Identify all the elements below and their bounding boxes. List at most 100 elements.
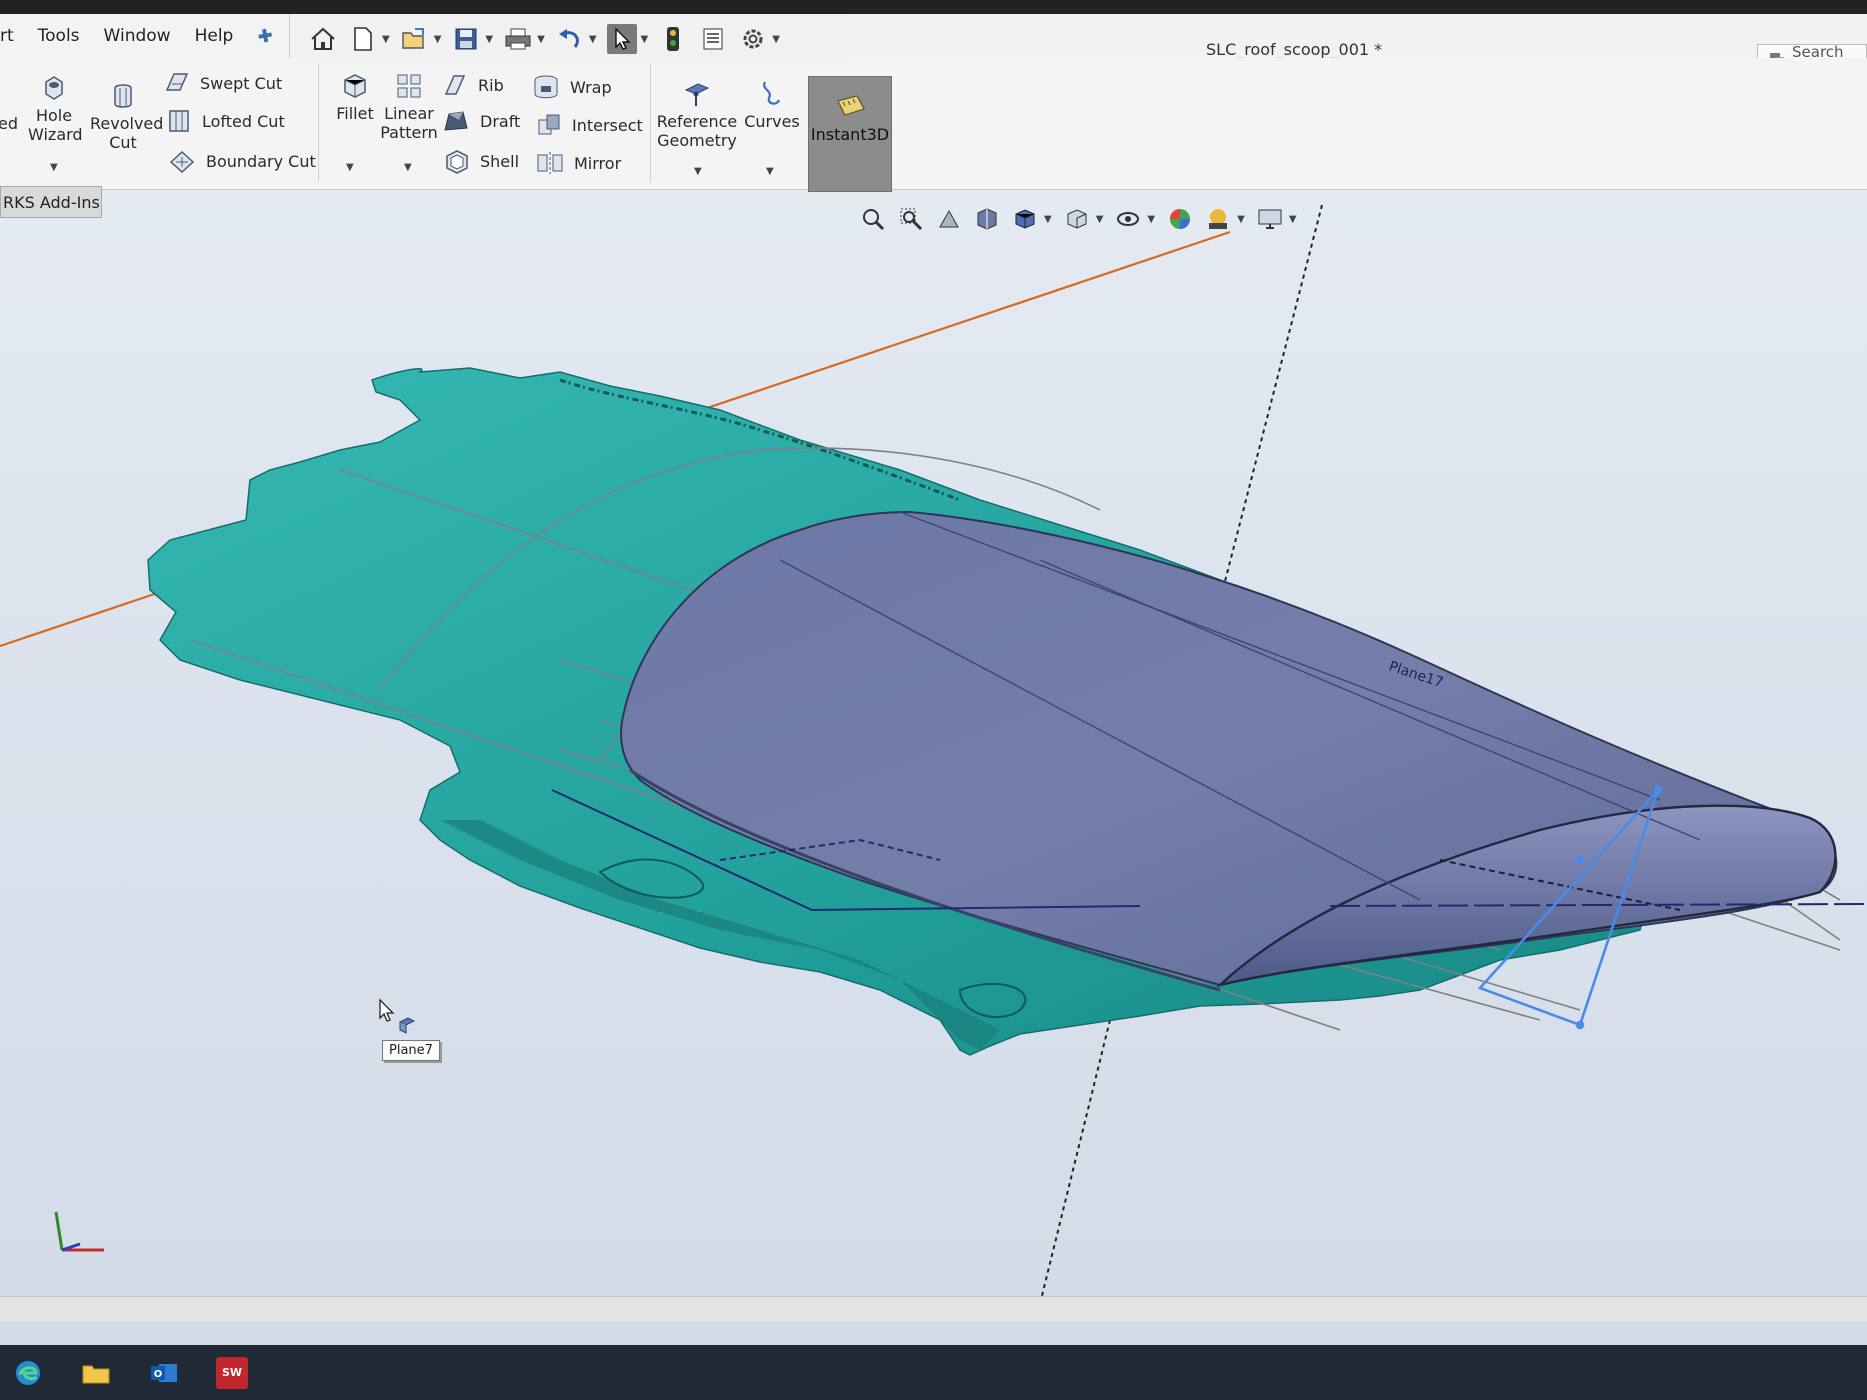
menu-tools[interactable]: Tools: [26, 26, 92, 46]
solidworks-icon[interactable]: SW: [216, 1356, 248, 1389]
fillet-button[interactable]: Fillet: [328, 72, 382, 123]
chevron-down-icon[interactable]: ▼: [766, 166, 774, 177]
horizontal-scrollbar[interactable]: [0, 1296, 1867, 1322]
curves-icon: [763, 81, 781, 105]
menu-window[interactable]: Window: [92, 26, 183, 46]
folder-icon[interactable]: [80, 1357, 112, 1389]
home-icon[interactable]: [308, 24, 338, 54]
revolved-cut-label-1: Revolved: [90, 114, 164, 133]
plane7-tooltip: Plane7: [382, 1040, 440, 1061]
reference-geometry-button[interactable]: Reference Geometry: [656, 80, 738, 150]
apply-scene-icon[interactable]: [1205, 206, 1231, 232]
hide-show-items-icon[interactable]: [1115, 206, 1141, 232]
options-gear-icon[interactable]: [738, 24, 768, 54]
document-title: SLC_roof_scoop_001 *: [1206, 40, 1383, 59]
intersect-button[interactable]: Intersect: [536, 112, 643, 138]
chevron-down-icon[interactable]: ▼: [346, 162, 354, 173]
section-view-icon[interactable]: [974, 206, 1000, 232]
chevron-down-icon[interactable]: ▼: [537, 34, 545, 45]
save-icon[interactable]: [451, 24, 481, 54]
chevron-down-icon[interactable]: ▼: [641, 34, 649, 45]
heads-up-view-toolbar: ▼ ▼ ▼ ▼ ▼: [860, 206, 1297, 232]
shell-label: Shell: [480, 151, 520, 171]
previous-view-icon[interactable]: [936, 206, 962, 232]
linear-pattern-label-2: Pattern: [380, 123, 438, 142]
swept-cut-icon: [165, 73, 189, 91]
hole-wizard-label-2: Wizard: [28, 125, 83, 144]
chevron-down-icon[interactable]: ▼: [434, 34, 442, 45]
revolved-cut-label-2: Cut: [109, 133, 137, 152]
chevron-down-icon[interactable]: ▼: [694, 166, 702, 177]
view-settings-monitor-icon[interactable]: [1257, 206, 1283, 232]
menu-help[interactable]: Help: [183, 26, 246, 46]
chevron-down-icon[interactable]: ▼: [485, 34, 493, 45]
chevron-down-icon[interactable]: ▼: [772, 34, 780, 45]
edge-icon[interactable]: [12, 1357, 44, 1389]
revolved-cut-button[interactable]: Revolved Cut: [90, 82, 163, 152]
file-properties-icon[interactable]: [698, 24, 728, 54]
rib-button[interactable]: Rib: [442, 72, 504, 98]
draft-button[interactable]: Draft: [442, 108, 520, 134]
boundary-cut-icon: [169, 150, 195, 174]
ribbon-separator: [318, 64, 319, 182]
swept-cut-button[interactable]: Swept Cut: [164, 70, 282, 96]
rebuild-traffic-light-icon[interactable]: [658, 24, 688, 54]
pin-icon[interactable]: ✖: [253, 23, 277, 49]
curves-label: Curves: [744, 112, 800, 131]
graphics-viewport[interactable]: Plane17: [0, 190, 1867, 1320]
new-document-icon[interactable]: [348, 24, 378, 54]
chevron-down-icon[interactable]: ▼: [589, 34, 597, 45]
chevron-down-icon[interactable]: ▼: [404, 162, 412, 173]
fillet-icon: [344, 74, 366, 98]
chevron-down-icon[interactable]: ▼: [1147, 214, 1155, 225]
zoom-to-area-icon[interactable]: [898, 206, 924, 232]
reference-geometry-label-2: Geometry: [657, 131, 737, 150]
shell-button[interactable]: Shell: [444, 148, 519, 174]
rib-icon: [444, 75, 466, 95]
reference-geometry-label-1: Reference: [656, 112, 738, 131]
axis-triad-icon: [54, 1211, 104, 1252]
display-style-icon[interactable]: [1064, 206, 1090, 232]
curves-button[interactable]: Curves: [742, 80, 802, 131]
chevron-down-icon[interactable]: ▼: [382, 34, 390, 45]
boundary-cut-button[interactable]: Boundary Cut: [168, 148, 316, 174]
chevron-down-icon[interactable]: ▼: [1289, 214, 1297, 225]
undo-icon[interactable]: [555, 24, 585, 54]
zoom-to-fit-icon[interactable]: [860, 206, 886, 232]
hole-wizard-icon: [45, 76, 63, 100]
draft-icon: [444, 111, 468, 131]
shell-icon: [446, 150, 468, 174]
menu-insert-partial[interactable]: rt: [0, 26, 26, 46]
intersect-icon: [538, 114, 560, 135]
wrap-icon: [534, 75, 558, 99]
print-icon[interactable]: [503, 24, 533, 54]
windows-taskbar: O SW: [0, 1345, 1867, 1400]
instant3d-ruler-icon: [837, 95, 865, 116]
draft-label: Draft: [480, 111, 521, 131]
lofted-cut-icon: [169, 110, 189, 132]
open-folder-icon[interactable]: [400, 24, 430, 54]
view-orientation-icon[interactable]: [1012, 206, 1038, 232]
edit-appearance-icon[interactable]: [1167, 206, 1193, 232]
chevron-down-icon[interactable]: ▼: [1044, 214, 1052, 225]
quick-access-toolbar: ▼ ▼ ▼ ▼ ▼ ▼ ▼: [290, 14, 850, 64]
outlook-icon[interactable]: O: [148, 1357, 180, 1389]
fillet-label: Fillet: [336, 104, 374, 123]
revolved-cut-icon: [114, 84, 132, 108]
svg-text:O: O: [154, 1369, 163, 1380]
partial-command-text: ed: [0, 114, 18, 133]
wrap-button[interactable]: Wrap: [532, 74, 612, 100]
linear-pattern-icon: [397, 74, 421, 98]
mirror-button[interactable]: Mirror: [536, 150, 621, 176]
chevron-down-icon[interactable]: ▼: [1237, 214, 1245, 225]
hole-wizard-button[interactable]: Hole Wizard: [28, 74, 83, 144]
intersect-label: Intersect: [572, 115, 643, 135]
chevron-down-icon[interactable]: ▼: [1096, 214, 1104, 225]
hole-wizard-label-1: Hole: [35, 106, 73, 125]
chevron-down-icon[interactable]: ▼: [50, 162, 58, 173]
boundary-cut-label: Boundary Cut: [206, 151, 316, 171]
instant3d-button[interactable]: Instant3D: [808, 76, 892, 192]
select-pointer-icon[interactable]: [606, 24, 637, 54]
lofted-cut-button[interactable]: Lofted Cut: [166, 108, 285, 134]
linear-pattern-button[interactable]: Linear Pattern: [378, 72, 440, 142]
